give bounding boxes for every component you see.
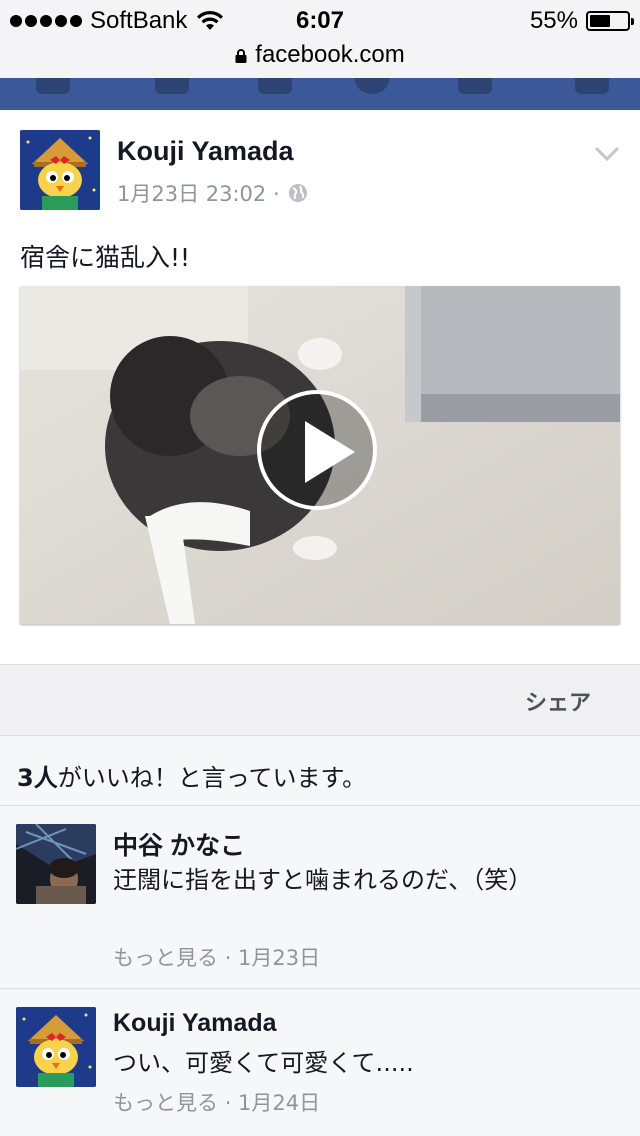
- status-bar: SoftBank 6:07 55%: [0, 0, 640, 40]
- likes-count: 3人: [17, 764, 58, 792]
- comment-author[interactable]: Kouji Yamada: [113, 1009, 277, 1038]
- nav-friends-icon[interactable]: [155, 78, 189, 94]
- facebook-nav-bar: [0, 78, 640, 110]
- post-meta: 1月23日 23:02 ·: [117, 178, 308, 208]
- comment-item: 中谷 かなこ 迂闊に指を出すと噛まれるのだ、（笑） もっと見る · 1月23日: [0, 806, 640, 989]
- commenter-avatar[interactable]: [16, 824, 96, 904]
- status-right: 55%: [529, 7, 634, 35]
- see-more-link[interactable]: もっと見る: [113, 1091, 218, 1115]
- nav-home-icon[interactable]: [36, 78, 70, 94]
- comment-meta: もっと見る · 1月24日: [113, 1087, 320, 1117]
- nav-notifications-icon[interactable]: [355, 78, 389, 94]
- author-avatar[interactable]: [20, 130, 100, 210]
- screen: SoftBank 6:07 55% facebook.com Kouji Yam…: [0, 0, 640, 1136]
- avatar-image: [16, 1007, 96, 1087]
- video-player[interactable]: [20, 286, 620, 624]
- comment-author[interactable]: 中谷 かなこ: [113, 826, 245, 862]
- commenter-avatar[interactable]: [16, 1007, 96, 1087]
- lock-icon: [235, 49, 247, 63]
- post-author-name[interactable]: Kouji Yamada: [117, 136, 294, 167]
- battery-icon: [586, 11, 634, 31]
- nav-search-icon[interactable]: [458, 78, 492, 94]
- comment-text: 迂闊に指を出すと噛まれるのだ、（笑）: [113, 866, 533, 894]
- likes-summary[interactable]: 3人がいいね！と言っています。: [0, 736, 640, 806]
- see-more-link[interactable]: もっと見る: [113, 946, 218, 970]
- comment-date: · 1月24日: [224, 1091, 321, 1115]
- comment-meta: もっと見る · 1月23日: [113, 942, 320, 972]
- play-icon[interactable]: [257, 390, 377, 510]
- comment-text: つい、可愛くて可愛くて.....: [113, 1049, 414, 1077]
- battery-level: [590, 15, 610, 27]
- action-bar: シェア: [0, 664, 640, 736]
- nav-menu-icon[interactable]: [575, 78, 609, 94]
- globe-icon: [288, 184, 307, 202]
- chevron-down-icon[interactable]: [594, 146, 620, 162]
- url-domain: facebook.com: [255, 41, 405, 68]
- likes-suffix: がいいね！と言っています。: [57, 764, 367, 792]
- likes-text: 3人がいいね！と言っています。: [17, 758, 366, 793]
- post-timestamp[interactable]: 1月23日 23:02 ·: [117, 178, 280, 208]
- url-bar[interactable]: facebook.com: [0, 40, 640, 78]
- avatar-image: [16, 824, 96, 904]
- post-card: Kouji Yamada 1月23日 23:02 · 宿舎に猫乱入!!: [0, 110, 640, 664]
- comment-date: · 1月23日: [224, 946, 321, 970]
- post-text: 宿舎に猫乱入!!: [20, 243, 191, 272]
- nav-messages-icon[interactable]: [258, 78, 292, 94]
- comment-item: Kouji Yamada つい、可愛くて可愛くて..... もっと見る · 1月…: [0, 989, 640, 1136]
- battery-percent: 55%: [529, 7, 578, 34]
- share-button[interactable]: シェア: [525, 685, 591, 717]
- avatar-image: [20, 130, 100, 210]
